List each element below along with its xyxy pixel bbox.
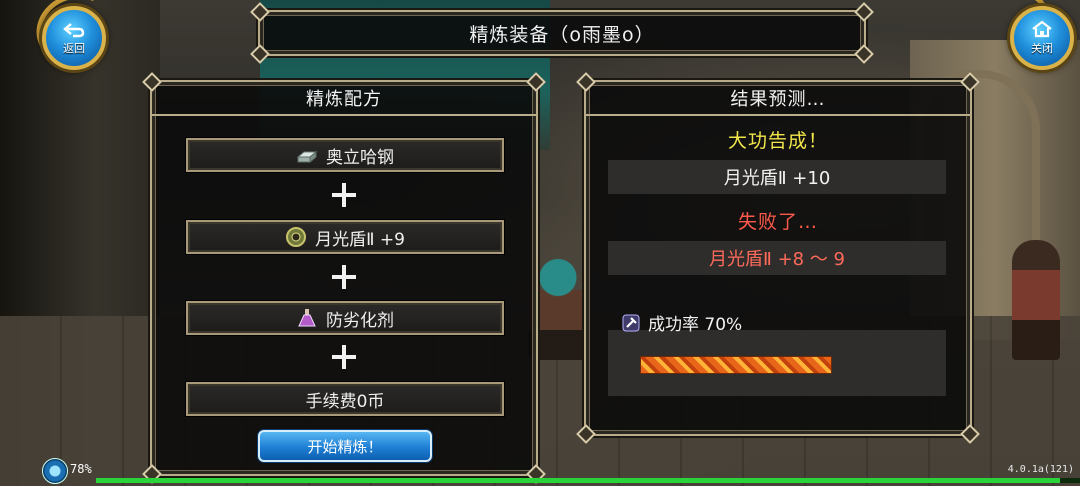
recipe-slot-label: 奥立哈钢	[326, 147, 394, 168]
potion-icon	[298, 309, 316, 327]
fail-result-item: 月光盾Ⅱ +8 ～ 9	[608, 241, 946, 275]
result-panel: 结果预测… 大功告成！ 月光盾Ⅱ +10 失败了… 月光盾Ⅱ +8 ～ 9 成功…	[576, 72, 980, 444]
recipe-slot-label: 月光盾Ⅱ +9	[315, 229, 405, 250]
result-panel-title: 结果预测…	[586, 82, 970, 116]
success-result-item: 月光盾Ⅱ +10	[608, 160, 946, 194]
plus-icon	[332, 183, 356, 207]
recipe-slot-equipment[interactable]: 月光盾Ⅱ +9	[186, 220, 504, 254]
success-rate-bar	[640, 356, 832, 374]
shield-icon	[286, 227, 307, 247]
npc-character	[1012, 240, 1060, 360]
window-title: 精炼装备（o雨墨o）	[469, 23, 655, 46]
success-rate-label: 成功率 70%	[648, 315, 743, 335]
version-label: 4.0.1a(121)	[1007, 464, 1074, 475]
recipe-slot-label: 防劣化剂	[326, 310, 394, 331]
recipe-panel-title: 精炼配方	[152, 82, 536, 116]
steel-ingot-icon	[296, 150, 318, 164]
recipe-slot-fee: 手续费0币	[186, 382, 504, 416]
back-label: 返回	[63, 42, 85, 55]
recipe-panel: 精炼配方 奥立哈钢 月光盾Ⅱ +9 防劣化剂 手续费0币 开始精炼！	[142, 72, 546, 484]
recipe-fee-label: 手续费0币	[305, 391, 385, 412]
back-arrow-icon	[63, 23, 85, 38]
battery-percent: 78%	[70, 462, 92, 476]
fail-text: 失败了…	[737, 211, 818, 233]
title-bar: 精炼装备（o雨墨o）	[250, 2, 874, 64]
start-refine-button[interactable]: 开始精炼！	[258, 430, 432, 462]
recipe-slot-material[interactable]: 奥立哈钢	[186, 138, 504, 172]
close-button[interactable]: 关闭	[1010, 6, 1074, 70]
recipe-slot-protector[interactable]: 防劣化剂	[186, 301, 504, 335]
back-button[interactable]: 返回	[42, 6, 106, 70]
hammer-icon	[622, 314, 640, 331]
home-icon	[1032, 20, 1052, 38]
success-rate: 成功率 70%	[620, 310, 742, 335]
plus-icon	[332, 265, 356, 289]
loading-bar-fill	[96, 478, 1060, 483]
success-text: 大功告成！	[727, 130, 828, 152]
plus-icon	[332, 345, 356, 369]
close-label: 关闭	[1031, 42, 1053, 55]
battery-orb-icon	[42, 458, 68, 484]
